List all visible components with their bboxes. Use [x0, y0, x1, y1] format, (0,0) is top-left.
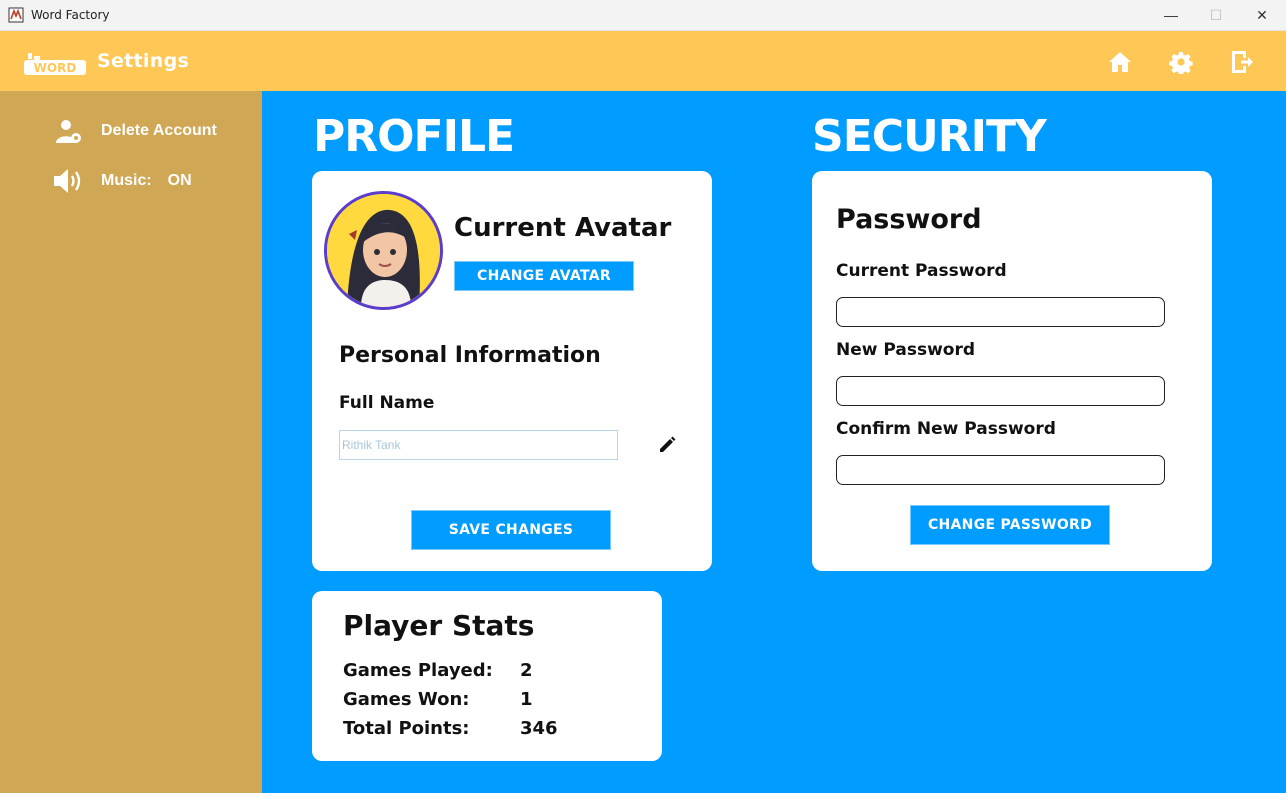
confirm-password-label: Confirm New Password	[836, 419, 1056, 439]
speaker-icon	[54, 169, 81, 193]
total-points-row: Total Points: 346	[343, 718, 558, 739]
password-heading: Password	[836, 204, 982, 235]
games-won-label: Games Won:	[343, 689, 470, 710]
delete-account-item[interactable]: Delete Account	[52, 116, 217, 146]
maximize-button[interactable]: ☐	[1193, 0, 1239, 31]
current-password-input[interactable]	[836, 297, 1165, 327]
full-name-input[interactable]	[339, 430, 618, 460]
app-icon	[8, 7, 24, 23]
page-title: Settings	[97, 50, 190, 72]
close-button[interactable]: ✕	[1239, 0, 1285, 31]
window-titlebar: Word Factory — ☐ ✕	[0, 0, 1286, 31]
music-toggle[interactable]: Music: ON	[52, 166, 192, 196]
full-name-label: Full Name	[339, 393, 435, 413]
current-avatar-heading: Current Avatar	[454, 213, 672, 243]
svg-text:WORD: WORD	[34, 61, 77, 75]
total-points-value: 346	[520, 718, 558, 739]
personal-info-heading: Personal Information	[339, 343, 601, 368]
games-played-value: 2	[520, 660, 533, 681]
new-password-label: New Password	[836, 340, 976, 360]
window-title: Word Factory	[31, 8, 110, 22]
app-header	[0, 31, 1286, 91]
gear-icon[interactable]	[1169, 50, 1193, 74]
word-factory-logo: WORD	[24, 53, 86, 75]
games-won-value: 1	[520, 689, 533, 710]
sidebar	[0, 91, 262, 793]
games-played-label: Games Played:	[343, 660, 493, 681]
avatar[interactable]	[324, 191, 443, 310]
music-value: ON	[167, 172, 192, 189]
main-content: PROFILE SECURITY Current Avatar CHANGE A…	[262, 91, 1286, 793]
confirm-password-input[interactable]	[836, 455, 1165, 485]
security-section-title: SECURITY	[812, 111, 1047, 162]
current-password-label: Current Password	[836, 261, 1007, 281]
games-won-row: Games Won: 1	[343, 689, 533, 710]
player-stats-card: Player Stats Games Played: 2 Games Won: …	[312, 591, 662, 761]
save-changes-button[interactable]: SAVE CHANGES	[411, 510, 611, 550]
pencil-icon[interactable]	[658, 436, 676, 454]
games-played-row: Games Played: 2	[343, 660, 533, 681]
logout-icon[interactable]	[1230, 50, 1254, 74]
music-label: Music:	[101, 172, 152, 189]
user-settings-icon	[56, 120, 81, 143]
player-stats-heading: Player Stats	[343, 609, 535, 642]
change-password-button[interactable]: CHANGE PASSWORD	[910, 505, 1110, 545]
avatar-portrait	[327, 194, 440, 307]
change-avatar-button[interactable]: CHANGE AVATAR	[454, 261, 634, 291]
total-points-label: Total Points:	[343, 718, 470, 739]
profile-card: Current Avatar CHANGE AVATAR Personal In…	[312, 171, 712, 571]
home-icon[interactable]	[1108, 50, 1132, 74]
delete-account-label: Delete Account	[101, 122, 217, 139]
new-password-input[interactable]	[836, 376, 1165, 406]
minimize-button[interactable]: —	[1148, 0, 1194, 31]
security-card: Password Current Password New Password C…	[812, 171, 1212, 571]
profile-section-title: PROFILE	[313, 111, 515, 162]
